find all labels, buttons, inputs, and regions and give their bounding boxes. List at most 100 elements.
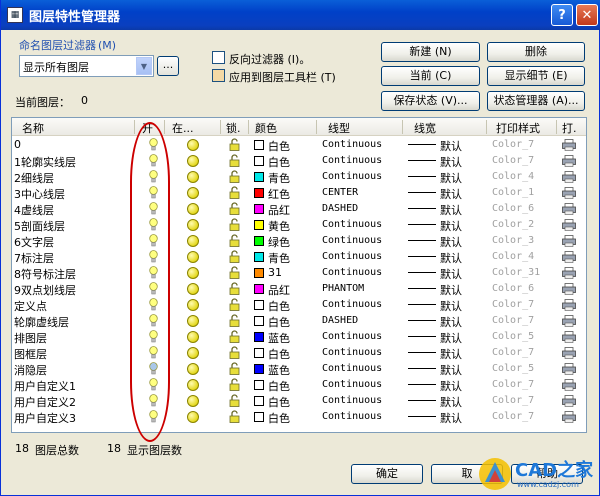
layer-name[interactable]: 消隐层 xyxy=(14,362,47,378)
layer-color-name[interactable]: 蓝色 xyxy=(268,330,290,346)
printer-icon[interactable] xyxy=(562,139,576,151)
layer-lineweight[interactable]: 默认 xyxy=(440,362,462,378)
layer-table[interactable]: 名称 开 在... 锁. 颜色 线型 线宽 打印样式 打. 0 白色 Continu… xyxy=(11,117,587,433)
unlock-icon[interactable] xyxy=(229,154,241,167)
column-header-lock[interactable]: 锁. xyxy=(226,120,241,136)
printer-icon[interactable] xyxy=(562,219,576,231)
layer-linetype[interactable]: CENTER xyxy=(322,187,358,198)
layer-name[interactable]: 用户自定义1 xyxy=(14,378,76,394)
unlock-icon[interactable] xyxy=(229,170,241,183)
layer-color-name[interactable]: 品红 xyxy=(268,202,290,218)
save-state-button[interactable]: 保存状态 (V)... xyxy=(381,91,480,111)
color-swatch[interactable] xyxy=(254,236,264,246)
layer-name[interactable]: 4虚线层 xyxy=(14,202,54,218)
printer-icon[interactable] xyxy=(562,299,576,311)
layer-color-name[interactable]: 品红 xyxy=(268,282,290,298)
color-swatch[interactable] xyxy=(254,364,264,374)
printer-icon[interactable] xyxy=(562,411,576,423)
thaw-sun-icon[interactable] xyxy=(187,171,199,183)
thaw-sun-icon[interactable] xyxy=(187,155,199,167)
thaw-sun-icon[interactable] xyxy=(187,331,199,343)
unlock-icon[interactable] xyxy=(229,378,241,391)
color-swatch[interactable] xyxy=(254,188,264,198)
layer-linetype[interactable]: Continuous xyxy=(322,219,382,230)
layer-lineweight[interactable]: 默认 xyxy=(440,410,462,426)
printer-icon[interactable] xyxy=(562,203,576,215)
layer-linetype[interactable]: Continuous xyxy=(322,347,382,358)
table-row[interactable]: 3中心线层 红色 CENTER 默认 Color_1 xyxy=(12,185,586,201)
layer-color-name[interactable]: 白色 xyxy=(268,154,290,170)
unlock-icon[interactable] xyxy=(229,410,241,423)
layer-linetype[interactable]: Continuous xyxy=(322,267,382,278)
printer-icon[interactable] xyxy=(562,347,576,359)
color-swatch[interactable] xyxy=(254,316,264,326)
printer-icon[interactable] xyxy=(562,155,576,167)
layer-lineweight[interactable]: 默认 xyxy=(440,282,462,298)
layer-lineweight[interactable]: 默认 xyxy=(440,138,462,154)
layer-color-name[interactable]: 青色 xyxy=(268,170,290,186)
layer-color-name[interactable]: 白色 xyxy=(268,410,290,426)
thaw-sun-icon[interactable] xyxy=(187,267,199,279)
layer-linetype[interactable]: Continuous xyxy=(322,363,382,374)
layer-color-name[interactable]: 蓝色 xyxy=(268,362,290,378)
table-row[interactable]: 消隐层 蓝色 Continuous 默认 Color_5 xyxy=(12,361,586,377)
layer-name[interactable]: 轮廓虚线层 xyxy=(14,314,69,330)
printer-icon[interactable] xyxy=(562,331,576,343)
color-swatch[interactable] xyxy=(254,412,264,422)
unlock-icon[interactable] xyxy=(229,362,241,375)
layer-color-name[interactable]: 白色 xyxy=(268,394,290,410)
thaw-sun-icon[interactable] xyxy=(187,187,199,199)
unlock-icon[interactable] xyxy=(229,346,241,359)
color-swatch[interactable] xyxy=(254,284,264,294)
color-swatch[interactable] xyxy=(254,252,264,262)
layer-color-name[interactable]: 白色 xyxy=(268,298,290,314)
layer-color-name[interactable]: 31 xyxy=(268,266,282,279)
layer-color-name[interactable]: 黄色 xyxy=(268,218,290,234)
invert-filter-checkbox[interactable] xyxy=(212,51,225,64)
printer-icon[interactable] xyxy=(562,379,576,391)
layer-lineweight[interactable]: 默认 xyxy=(440,378,462,394)
filter-select[interactable]: 显示所有图层 ▼ xyxy=(19,55,154,77)
table-row[interactable]: 用户自定义2 白色 Continuous 默认 Color_7 xyxy=(12,393,586,409)
unlock-icon[interactable] xyxy=(229,394,241,407)
layer-color-name[interactable]: 绿色 xyxy=(268,234,290,250)
thaw-sun-icon[interactable] xyxy=(187,379,199,391)
thaw-sun-icon[interactable] xyxy=(187,219,199,231)
layer-name[interactable]: 用户自定义2 xyxy=(14,394,76,410)
table-row[interactable]: 用户自定义1 白色 Continuous 默认 Color_7 xyxy=(12,377,586,393)
help-title-button[interactable]: ? xyxy=(551,4,573,26)
color-swatch[interactable] xyxy=(254,140,264,150)
show-details-button[interactable]: 显示细节 (E) xyxy=(487,66,585,86)
layer-name[interactable]: 9双点划线层 xyxy=(14,282,76,298)
layer-lineweight[interactable]: 默认 xyxy=(440,234,462,250)
layer-lineweight[interactable]: 默认 xyxy=(440,346,462,362)
close-button[interactable]: ✕ xyxy=(576,4,598,26)
layer-linetype[interactable]: Continuous xyxy=(322,139,382,150)
unlock-icon[interactable] xyxy=(229,218,241,231)
title-bar[interactable]: ▦ 图层特性管理器 ? ✕ xyxy=(1,0,600,30)
thaw-sun-icon[interactable] xyxy=(187,347,199,359)
layer-name[interactable]: 3中心线层 xyxy=(14,186,65,202)
color-swatch[interactable] xyxy=(254,156,264,166)
unlock-icon[interactable] xyxy=(229,202,241,215)
filter-browse-button[interactable]: ... xyxy=(157,56,179,76)
layer-name[interactable]: 用户自定义3 xyxy=(14,410,76,426)
color-swatch[interactable] xyxy=(254,204,264,214)
thaw-sun-icon[interactable] xyxy=(187,299,199,311)
color-swatch[interactable] xyxy=(254,268,264,278)
layer-lineweight[interactable]: 默认 xyxy=(440,202,462,218)
unlock-icon[interactable] xyxy=(229,234,241,247)
layer-linetype[interactable]: DASHED xyxy=(322,315,358,326)
table-row[interactable]: 1轮廓实线层 白色 Continuous 默认 Color_7 xyxy=(12,153,586,169)
printer-icon[interactable] xyxy=(562,235,576,247)
table-row[interactable]: 9双点划线层 品红 PHANTOM 默认 Color_6 xyxy=(12,281,586,297)
layer-name[interactable]: 1轮廓实线层 xyxy=(14,154,76,170)
layer-linetype[interactable]: Continuous xyxy=(322,299,382,310)
thaw-sun-icon[interactable] xyxy=(187,139,199,151)
thaw-sun-icon[interactable] xyxy=(187,363,199,375)
layer-color-name[interactable]: 白色 xyxy=(268,138,290,154)
printer-icon[interactable] xyxy=(562,395,576,407)
layer-linetype[interactable]: Continuous xyxy=(322,379,382,390)
layer-linetype[interactable]: PHANTOM xyxy=(322,283,364,294)
layer-name[interactable]: 图框层 xyxy=(14,346,47,362)
